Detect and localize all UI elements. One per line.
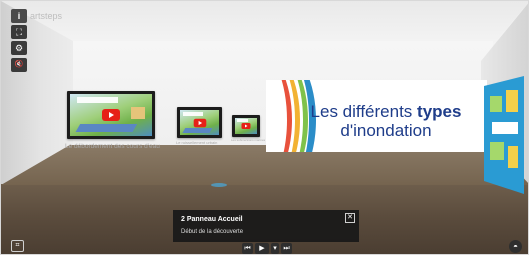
panel-title: Les différents types d'inondation	[310, 102, 462, 140]
skip-back-icon: ⏮	[244, 245, 251, 252]
info-button[interactable]: i	[11, 9, 27, 23]
previous-button[interactable]: ⏮	[242, 243, 253, 254]
artwork-info-box: 2 Panneau Accueil Début de la découverte…	[173, 210, 359, 242]
right-wall-poster[interactable]	[484, 76, 524, 194]
fullscreen-icon: ⛶	[15, 27, 23, 37]
artwork-caption-2: Le ruissellement urbain	[176, 140, 218, 145]
gear-icon: ⚙	[14, 43, 24, 53]
skip-forward-icon: ⏭	[283, 245, 290, 252]
close-button[interactable]: ✕	[345, 213, 355, 223]
ceiling	[1, 1, 528, 45]
artwork-caption-3: Les submersions marines	[231, 138, 266, 142]
gallery-viewport[interactable]: Le débordement des cours d'eau Le ruisse…	[0, 0, 529, 255]
artwork-frame-3[interactable]	[232, 115, 260, 137]
info-icon: i	[17, 11, 21, 21]
audio-button[interactable]: 🔇	[11, 58, 27, 72]
next-button[interactable]: ⏭	[281, 243, 292, 254]
video-play-icon	[102, 109, 120, 121]
video-play-icon	[193, 118, 206, 127]
artwork-frame-2[interactable]	[177, 107, 222, 138]
welcome-panel[interactable]: Les différents types d'inondation	[266, 80, 487, 152]
artwork-caption-1: Le débordement des cours d'eau	[65, 143, 160, 150]
floor-navigation-marker[interactable]	[211, 183, 227, 187]
artwork-description: Début de la découverte	[181, 229, 244, 235]
speed-dropdown[interactable]: ▾	[271, 243, 279, 254]
fullscreen-button[interactable]: ⛶	[11, 25, 27, 39]
chevron-down-icon: ▾	[273, 245, 277, 252]
navigation-icon: ◓	[513, 242, 518, 251]
video-play-icon	[241, 123, 251, 129]
map-icon: ⌗	[15, 242, 20, 249]
artwork-title: 2 Panneau Accueil	[181, 216, 243, 223]
navigation-mode-button[interactable]: ◓	[509, 240, 522, 253]
settings-button[interactable]: ⚙	[11, 41, 27, 55]
brand-logo: artsteps	[30, 11, 63, 21]
play-button[interactable]: ▶	[255, 243, 269, 254]
guided-tour-button[interactable]: ⌗	[11, 240, 24, 252]
artwork-frame-1[interactable]	[67, 91, 155, 139]
play-icon: ▶	[259, 245, 265, 252]
close-icon: ✕	[347, 214, 353, 221]
mute-icon: 🔇	[14, 61, 24, 68]
